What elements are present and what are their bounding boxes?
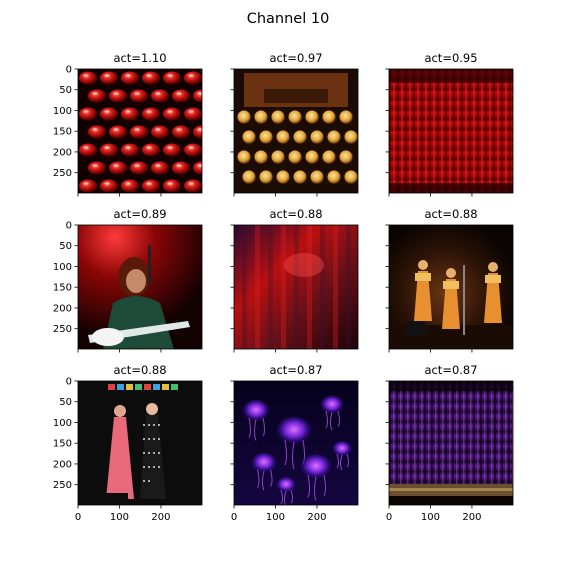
y-tick-label: 250 xyxy=(53,324,72,335)
panel: act=0.87 0 100 200 xyxy=(230,363,359,523)
y-tick-label: 150 xyxy=(53,127,72,138)
panel: act=1.10 0 50 100 150 200 250 xyxy=(53,51,203,197)
panel-image xyxy=(234,381,358,505)
panel-image xyxy=(389,381,513,505)
x-tick-label: 200 xyxy=(307,512,326,523)
x-tick-label: 0 xyxy=(386,512,392,523)
panel-image xyxy=(78,381,202,505)
panel-grid: act=1.10 0 50 100 150 200 250 act=0.97 act=0.95 a… xyxy=(53,51,514,523)
panel-title: act=0.89 xyxy=(113,207,166,221)
panel: act=0.88 xyxy=(230,207,359,353)
panel: act=0.95 xyxy=(385,51,514,197)
y-tick-label: 50 xyxy=(59,241,72,252)
panel-title: act=0.88 xyxy=(269,207,322,221)
panel: act=0.97 xyxy=(230,51,359,197)
x-tick-label: 100 xyxy=(266,512,285,523)
panel-image xyxy=(234,225,358,349)
panel-image xyxy=(78,69,202,193)
y-tick-label: 150 xyxy=(53,439,72,450)
y-tick-label: 0 xyxy=(66,221,72,232)
y-tick-label: 150 xyxy=(53,283,72,294)
panel-image xyxy=(78,225,202,349)
panel: act=0.89 0 50 100 150 200 250 xyxy=(53,207,203,353)
x-tick-label: 200 xyxy=(151,512,170,523)
x-tick-label: 0 xyxy=(231,512,237,523)
y-tick-label: 100 xyxy=(53,262,72,273)
panel-title: act=1.10 xyxy=(113,51,166,65)
panel-image xyxy=(234,69,358,193)
panel-title: act=0.88 xyxy=(424,207,477,221)
panel-title: act=0.97 xyxy=(269,51,322,65)
figure: Channel 10 act=1.10050100150200250act=0.… xyxy=(53,11,514,523)
figure-title: Channel 10 xyxy=(247,11,330,27)
x-tick-label: 200 xyxy=(462,512,481,523)
y-tick-label: 200 xyxy=(53,303,72,314)
y-tick-label: 0 xyxy=(66,377,72,388)
panel-title: act=0.95 xyxy=(424,51,477,65)
y-tick-label: 200 xyxy=(53,147,72,158)
y-tick-label: 100 xyxy=(53,418,72,429)
panel-title: act=0.88 xyxy=(113,363,166,377)
y-tick-label: 250 xyxy=(53,168,72,179)
x-tick-label: 0 xyxy=(75,512,81,523)
y-tick-label: 50 xyxy=(59,85,72,96)
x-tick-label: 100 xyxy=(421,512,440,523)
y-tick-label: 200 xyxy=(53,459,72,470)
panel: act=0.87 0 100 200 xyxy=(385,363,514,523)
y-tick-label: 0 xyxy=(66,65,72,76)
y-tick-label: 100 xyxy=(53,106,72,117)
panel: act=0.88 0 50 100 150 200 250 0 100 200 xyxy=(53,363,203,523)
x-tick-label: 100 xyxy=(110,512,129,523)
panel-image xyxy=(389,225,513,349)
panel: act=0.88 xyxy=(385,207,514,353)
panel-image xyxy=(389,69,513,193)
panel-title: act=0.87 xyxy=(424,363,477,377)
y-tick-label: 250 xyxy=(53,480,72,491)
panel-title: act=0.87 xyxy=(269,363,322,377)
y-tick-label: 50 xyxy=(59,397,72,408)
